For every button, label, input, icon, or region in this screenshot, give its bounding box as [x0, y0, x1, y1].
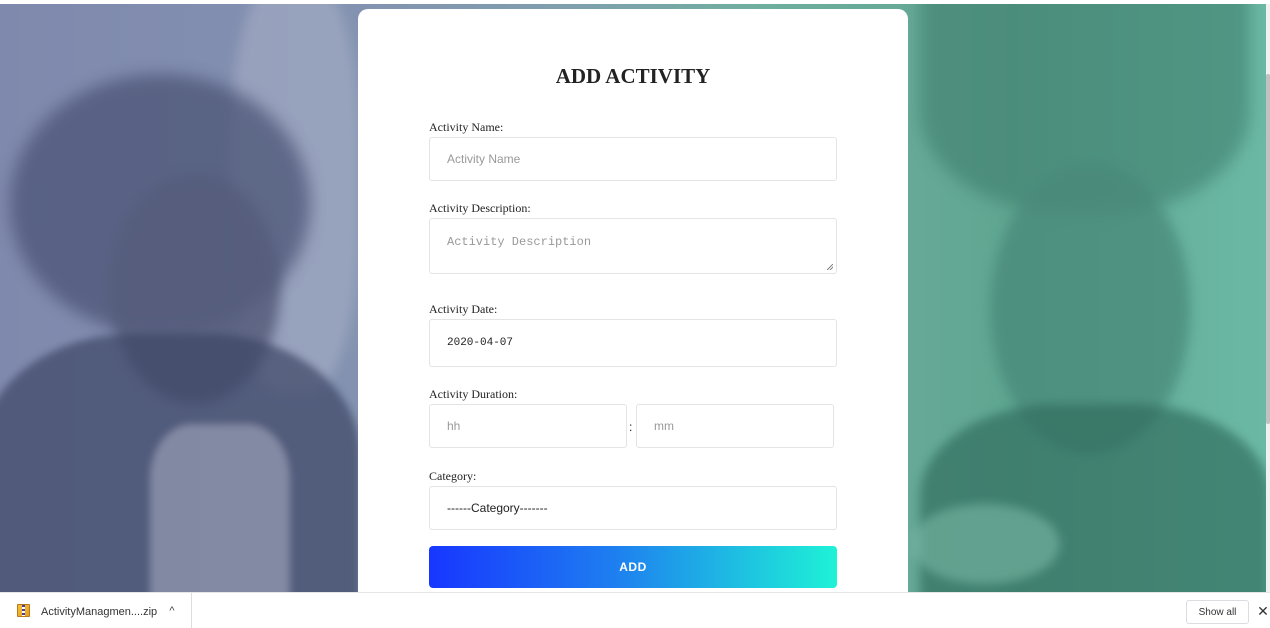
zip-file-icon: [17, 604, 30, 617]
activity-date-input[interactable]: 2020-04-07: [429, 319, 837, 367]
add-button[interactable]: ADD: [429, 546, 837, 588]
page-scrollbar[interactable]: [1266, 4, 1270, 592]
category-selected-value: ------Category-------: [447, 501, 548, 515]
activity-date-label: Activity Date:: [429, 302, 498, 316]
hours-placeholder: hh: [447, 419, 461, 433]
show-all-button[interactable]: Show all: [1186, 600, 1249, 624]
chevron-up-icon[interactable]: ^: [166, 605, 178, 617]
activity-name-input[interactable]: Activity Name: [429, 137, 837, 181]
activity-description-textarea[interactable]: Activity Description: [429, 218, 837, 274]
add-activity-form: ADD ACTIVITY Activity Name: Activity Nam…: [358, 9, 908, 592]
form-title: ADD ACTIVITY: [555, 64, 711, 88]
textarea-resize-handle[interactable]: [827, 264, 833, 270]
activity-name-placeholder: Activity Name: [447, 152, 521, 166]
duration-hours-input[interactable]: hh: [429, 404, 627, 448]
duration-separator: :: [629, 420, 633, 434]
close-icon[interactable]: ✕: [1257, 604, 1269, 618]
download-file-name: ActivityManagmen....zip: [41, 606, 158, 618]
scrollbar-thumb[interactable]: [1266, 74, 1270, 424]
activity-description-placeholder: Activity Description: [447, 235, 592, 249]
category-label: Category:: [429, 469, 477, 483]
activity-name-label: Activity Name:: [429, 120, 504, 134]
category-select[interactable]: ------Category-------: [429, 486, 837, 530]
duration-minutes-input[interactable]: mm: [636, 404, 834, 448]
download-item[interactable]: ActivityManagmen....zip ^: [0, 593, 192, 628]
activity-date-value: 2020-04-07: [447, 337, 514, 349]
activity-description-label: Activity Description:: [429, 201, 531, 215]
download-bar: ActivityManagmen....zip ^ Show all ✕: [0, 592, 1270, 628]
activity-duration-label: Activity Duration:: [429, 387, 518, 401]
minutes-placeholder: mm: [654, 419, 674, 433]
